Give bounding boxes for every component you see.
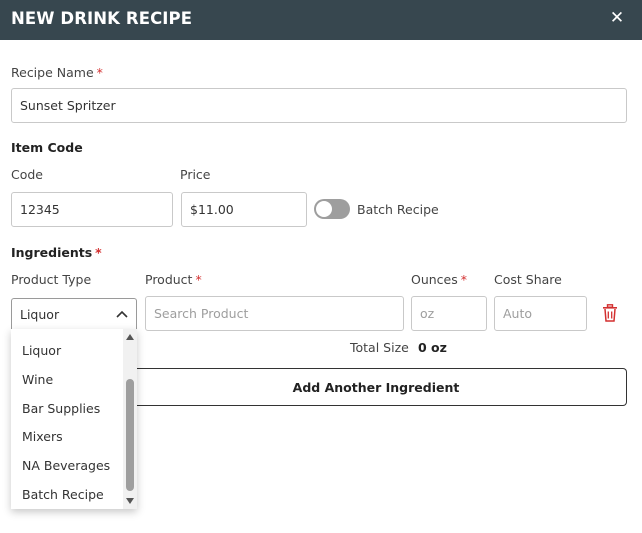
- dropdown-option-wine[interactable]: Wine: [11, 366, 123, 394]
- total-size-label: Total Size: [350, 340, 409, 355]
- required-mark: *: [95, 245, 102, 260]
- required-mark: *: [195, 272, 202, 287]
- product-column-label: Product *: [145, 272, 202, 287]
- batch-recipe-label: Batch Recipe: [357, 202, 439, 217]
- recipe-name-label-text: Recipe Name: [11, 65, 94, 80]
- ounces-column-label: Ounces *: [411, 272, 467, 287]
- product-column-label-text: Product: [145, 272, 193, 287]
- scroll-down-arrow-icon[interactable]: [126, 498, 134, 504]
- required-mark: *: [96, 65, 103, 80]
- dropdown-option-bar-supplies[interactable]: Bar Supplies: [11, 395, 123, 423]
- code-input[interactable]: [11, 192, 173, 227]
- total-size-value: 0 oz: [418, 340, 447, 355]
- recipe-name-input[interactable]: [11, 88, 627, 123]
- product-type-select[interactable]: Liquor: [11, 298, 137, 329]
- price-label: Price: [180, 167, 211, 182]
- required-mark: *: [460, 272, 468, 287]
- dropdown-option-na-beverages[interactable]: NA Beverages: [11, 452, 123, 480]
- trash-icon[interactable]: [602, 304, 618, 322]
- price-input[interactable]: [181, 192, 307, 227]
- modal-header: NEW DRINK RECIPE ✕: [0, 0, 642, 40]
- scroll-up-arrow-icon[interactable]: [126, 334, 134, 340]
- chevron-up-icon: [116, 310, 128, 318]
- search-product-input[interactable]: [145, 296, 404, 331]
- modal-title: NEW DRINK RECIPE: [11, 9, 193, 28]
- ingredients-title-text: Ingredients: [11, 245, 93, 260]
- ingredients-section-title: Ingredients *: [11, 245, 102, 260]
- batch-recipe-toggle[interactable]: [314, 199, 350, 219]
- dropdown-option-batch-recipe[interactable]: Batch Recipe: [11, 481, 123, 509]
- product-type-selected-value: Liquor: [20, 307, 60, 322]
- product-type-dropdown: Liquor Wine Bar Supplies Mixers NA Bever…: [11, 329, 137, 509]
- recipe-name-label: Recipe Name *: [11, 65, 103, 80]
- scrollbar-thumb[interactable]: [126, 379, 134, 491]
- cost-share-column-label: Cost Share: [494, 272, 562, 287]
- dropdown-option-liquor[interactable]: Liquor: [11, 337, 123, 365]
- cost-share-input[interactable]: [494, 296, 587, 331]
- product-type-column-label: Product Type: [11, 272, 92, 287]
- dropdown-option-mixers[interactable]: Mixers: [11, 423, 123, 451]
- code-label: Code: [11, 167, 44, 182]
- close-icon[interactable]: ✕: [608, 8, 626, 28]
- ounces-input[interactable]: [411, 296, 487, 331]
- add-another-ingredient-button[interactable]: Add Another Ingredient: [126, 368, 627, 406]
- item-code-section-title: Item Code: [11, 140, 83, 155]
- ounces-column-label-text: Ounces: [411, 272, 458, 287]
- toggle-knob: [316, 201, 332, 217]
- dropdown-scrollbar[interactable]: [123, 329, 137, 509]
